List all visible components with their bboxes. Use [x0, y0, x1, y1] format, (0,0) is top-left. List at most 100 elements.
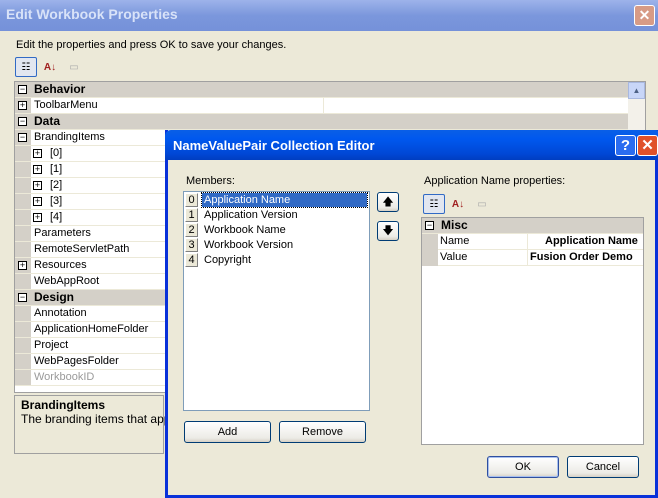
- grid-row[interactable]: + ToolbarMenu: [15, 98, 628, 114]
- grid-category[interactable]: − Behavior: [15, 82, 628, 98]
- member-name: Application Name: [201, 192, 368, 208]
- category-label: Misc: [441, 218, 468, 232]
- property-pages-icon[interactable]: ▭: [63, 57, 85, 77]
- help-button[interactable]: ?: [615, 135, 636, 156]
- grid-row-label: Parameters: [34, 227, 91, 239]
- member-item[interactable]: 0 Application Name: [185, 192, 369, 208]
- grid-row-label: [2]: [50, 179, 63, 191]
- description-panel: BrandingItems The branding items that ap…: [14, 395, 188, 454]
- outer-title-bar: Edit Workbook Properties: [0, 0, 658, 31]
- gutter: [15, 226, 31, 241]
- member-name: Copyright: [204, 254, 252, 266]
- editor-property-grid[interactable]: − Misc Name Application Name Value Fusion O…: [421, 217, 644, 445]
- member-index: 0: [185, 193, 198, 207]
- remove-button[interactable]: Remove: [279, 421, 366, 443]
- editor-toolbar: ☷ A↓ ▭: [423, 194, 493, 214]
- description-title: BrandingItems: [21, 398, 106, 412]
- grid-category[interactable]: − Data: [15, 114, 628, 130]
- expand-icon[interactable]: +: [33, 149, 42, 158]
- category-misc[interactable]: − Misc: [422, 218, 643, 234]
- outer-title: Edit Workbook Properties: [6, 6, 178, 22]
- grid-row-label: Annotation: [34, 307, 87, 319]
- grid-row-label: WebPagesFolder: [34, 355, 119, 367]
- collapse-icon[interactable]: −: [18, 85, 27, 94]
- member-item[interactable]: 4 Copyright: [185, 253, 369, 268]
- grid-row-label: Data: [34, 114, 61, 128]
- grid-row-label: RemoteServletPath: [34, 243, 130, 255]
- instructions: Edit the properties and press OK to save…: [16, 39, 287, 51]
- collapse-icon: −: [425, 220, 434, 230]
- outer-toolbar: ☷ A↓ ▭: [15, 57, 85, 77]
- categorized-icon[interactable]: ☷: [15, 57, 37, 77]
- gutter: [15, 322, 31, 337]
- cancel-button[interactable]: Cancel: [567, 456, 639, 478]
- grid-row-label: [3]: [50, 195, 63, 207]
- sort-alpha-icon[interactable]: A↓: [447, 194, 469, 214]
- member-item[interactable]: 2 Workbook Name: [185, 223, 369, 238]
- gutter: [15, 370, 31, 385]
- grid-row-label: ApplicationHomeFolder: [34, 323, 149, 335]
- gutter: [422, 234, 438, 266]
- add-button[interactable]: Add: [184, 421, 271, 443]
- gutter: [15, 242, 31, 257]
- expand-icon[interactable]: +: [33, 181, 42, 190]
- collapse-icon[interactable]: −: [18, 133, 27, 142]
- grid-row-label: [0]: [50, 147, 63, 159]
- gutter: [15, 338, 31, 353]
- gutter: [15, 274, 31, 289]
- column-divider: [323, 98, 324, 113]
- expand-icon[interactable]: +: [33, 165, 42, 174]
- member-index: 4: [185, 253, 198, 267]
- gutter: [15, 162, 31, 177]
- member-name: Workbook Name: [204, 224, 286, 236]
- member-name: Workbook Version: [204, 239, 294, 251]
- editor-title: NameValuePair Collection Editor: [173, 138, 375, 153]
- collapse-icon[interactable]: −: [18, 117, 27, 126]
- grid-row-label: [1]: [50, 163, 63, 175]
- members-list[interactable]: 0 Application Name 1 Application Version 2 Wo…: [183, 191, 370, 411]
- expand-icon[interactable]: +: [18, 261, 27, 270]
- ok-button[interactable]: OK: [487, 456, 559, 478]
- grid-row-label: WorkbookID: [34, 371, 95, 383]
- move-up-button[interactable]: 🡅: [377, 192, 399, 212]
- property-pages-icon[interactable]: ▭: [471, 194, 493, 214]
- expand-icon[interactable]: +: [33, 213, 42, 222]
- grid-row-label: Behavior: [34, 82, 86, 96]
- prop-value[interactable]: Application Name: [527, 234, 638, 249]
- scroll-up-icon[interactable]: ▲: [628, 82, 645, 99]
- categorized-icon[interactable]: ☷: [423, 194, 445, 214]
- gutter: [15, 178, 31, 193]
- prop-value[interactable]: Fusion Order Demo: [527, 250, 633, 265]
- member-index: 1: [185, 208, 198, 222]
- prop-name: Value: [440, 251, 468, 263]
- expand-icon[interactable]: +: [18, 101, 27, 110]
- description-text: The branding items that appear: [21, 412, 188, 426]
- gutter: [15, 306, 31, 321]
- member-name: Application Version: [204, 209, 298, 221]
- grid-row-label: ToolbarMenu: [34, 99, 98, 111]
- outer-close-button[interactable]: ✕: [634, 5, 655, 26]
- grid-row-label: Resources: [34, 259, 87, 271]
- properties-label: Application Name properties:: [424, 175, 566, 187]
- gutter: [15, 146, 31, 161]
- collapse-icon[interactable]: −: [18, 293, 27, 302]
- grid-row-label: WebAppRoot: [34, 275, 100, 287]
- prop-name: Name: [440, 235, 470, 247]
- close-button[interactable]: ✕: [637, 135, 658, 156]
- prop-row-name[interactable]: Name Application Name: [438, 234, 643, 250]
- sort-alpha-icon[interactable]: A↓: [39, 57, 61, 77]
- grid-row-label: BrandingItems: [34, 131, 105, 143]
- gutter: [15, 194, 31, 209]
- member-item[interactable]: 1 Application Version: [185, 208, 369, 223]
- arrow-up-icon: 🡅: [382, 196, 394, 208]
- member-item[interactable]: 3 Workbook Version: [185, 238, 369, 253]
- collection-editor-dialog: NameValuePair Collection Editor ? ✕ Memb…: [165, 130, 658, 498]
- member-index: 3: [185, 238, 198, 252]
- expand-icon[interactable]: +: [33, 197, 42, 206]
- members-label: Members:: [186, 175, 235, 187]
- grid-row-label: Design: [34, 290, 75, 304]
- grid-row-label: Project: [34, 339, 69, 351]
- prop-row-value[interactable]: Value Fusion Order Demo: [438, 250, 643, 266]
- move-down-button[interactable]: 🡇: [377, 221, 399, 241]
- gutter: [15, 354, 31, 369]
